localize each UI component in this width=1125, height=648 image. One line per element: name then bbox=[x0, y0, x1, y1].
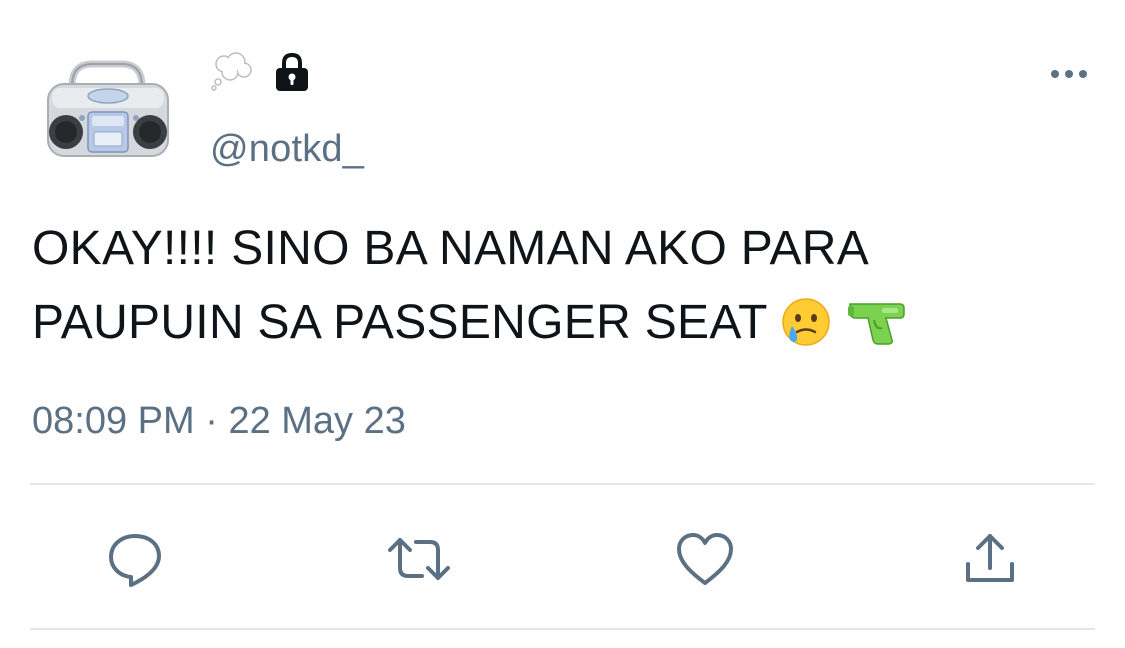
boombox-icon bbox=[47, 60, 169, 157]
like-icon[interactable] bbox=[670, 524, 740, 594]
water-pistol-icon bbox=[846, 296, 906, 348]
retweet-icon[interactable] bbox=[384, 524, 454, 594]
divider bbox=[30, 483, 1095, 485]
face-holding-back-tears-icon bbox=[780, 296, 832, 348]
tweet-text: OKAY!!!! SINO BA NAMAN AKO PARA PAUPUIN … bbox=[32, 212, 1072, 360]
reply-icon[interactable] bbox=[100, 524, 170, 594]
tweet-date: 22 May 23 bbox=[228, 400, 406, 442]
action-bar bbox=[0, 520, 1125, 600]
protected-lock-icon bbox=[272, 51, 312, 93]
divider bbox=[30, 628, 1095, 630]
user-handle[interactable]: @notkd_ bbox=[210, 128, 364, 171]
tweet-text-line: PAUPUIN SA PASSENGER SEAT bbox=[32, 286, 1072, 360]
avatar[interactable] bbox=[42, 56, 172, 166]
thought-balloon-icon bbox=[210, 52, 254, 92]
tweet-text-content: PAUPUIN SA PASSENGER SEAT bbox=[32, 296, 767, 349]
display-name[interactable] bbox=[210, 50, 312, 94]
tweet-timestamp[interactable]: 08:09 PM · 22 May 23 bbox=[32, 400, 406, 443]
tweet-text-line: OKAY!!!! SINO BA NAMAN AKO PARA bbox=[32, 222, 870, 275]
more-options-icon[interactable] bbox=[1047, 60, 1091, 88]
share-icon[interactable] bbox=[955, 524, 1025, 594]
tweet-time: 08:09 PM bbox=[32, 400, 195, 442]
timestamp-separator: · bbox=[194, 400, 229, 442]
